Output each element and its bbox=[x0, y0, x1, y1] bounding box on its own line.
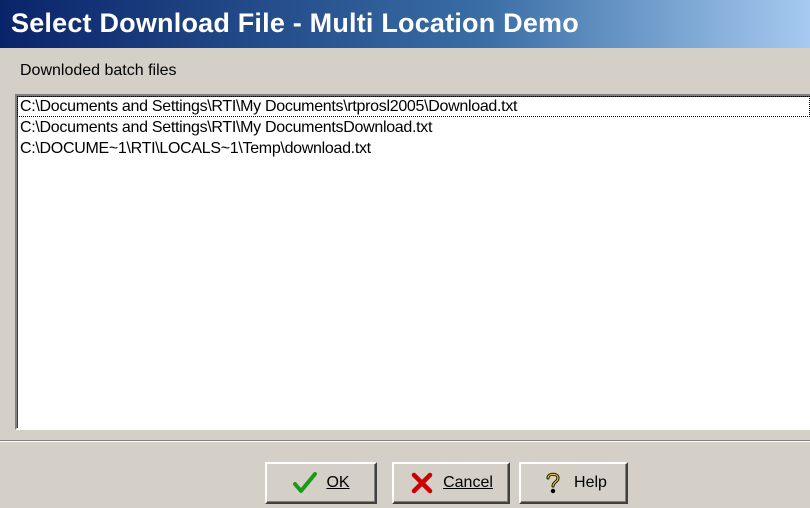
title-bar[interactable]: Select Download File - Multi Location De… bbox=[0, 0, 810, 48]
list-item[interactable]: C:\DOCUME~1\RTI\LOCALS~1\Temp\download.t… bbox=[17, 138, 810, 159]
file-listbox[interactable]: C:\Documents and Settings\RTI\My Documen… bbox=[15, 94, 810, 430]
cancel-label: Cancel bbox=[443, 474, 493, 491]
ok-button[interactable]: OK bbox=[265, 462, 377, 504]
x-icon bbox=[411, 472, 433, 494]
dialog-window: Select Download File - Multi Location De… bbox=[0, 0, 810, 508]
list-item[interactable]: C:\Documents and Settings\RTI\My Documen… bbox=[17, 117, 810, 138]
group-label: Downloded batch files bbox=[20, 62, 177, 79]
question-icon bbox=[546, 472, 560, 494]
list-item[interactable]: C:\Documents and Settings\RTI\My Documen… bbox=[17, 96, 810, 117]
help-button[interactable]: Help bbox=[519, 462, 628, 504]
ok-label: OK bbox=[326, 474, 350, 491]
window-title: Select Download File - Multi Location De… bbox=[11, 8, 579, 38]
help-label: Help bbox=[574, 474, 607, 491]
cancel-button[interactable]: Cancel bbox=[392, 462, 510, 504]
checkmark-icon bbox=[293, 472, 318, 493]
button-bar: OK Cancel Help bbox=[0, 442, 810, 508]
